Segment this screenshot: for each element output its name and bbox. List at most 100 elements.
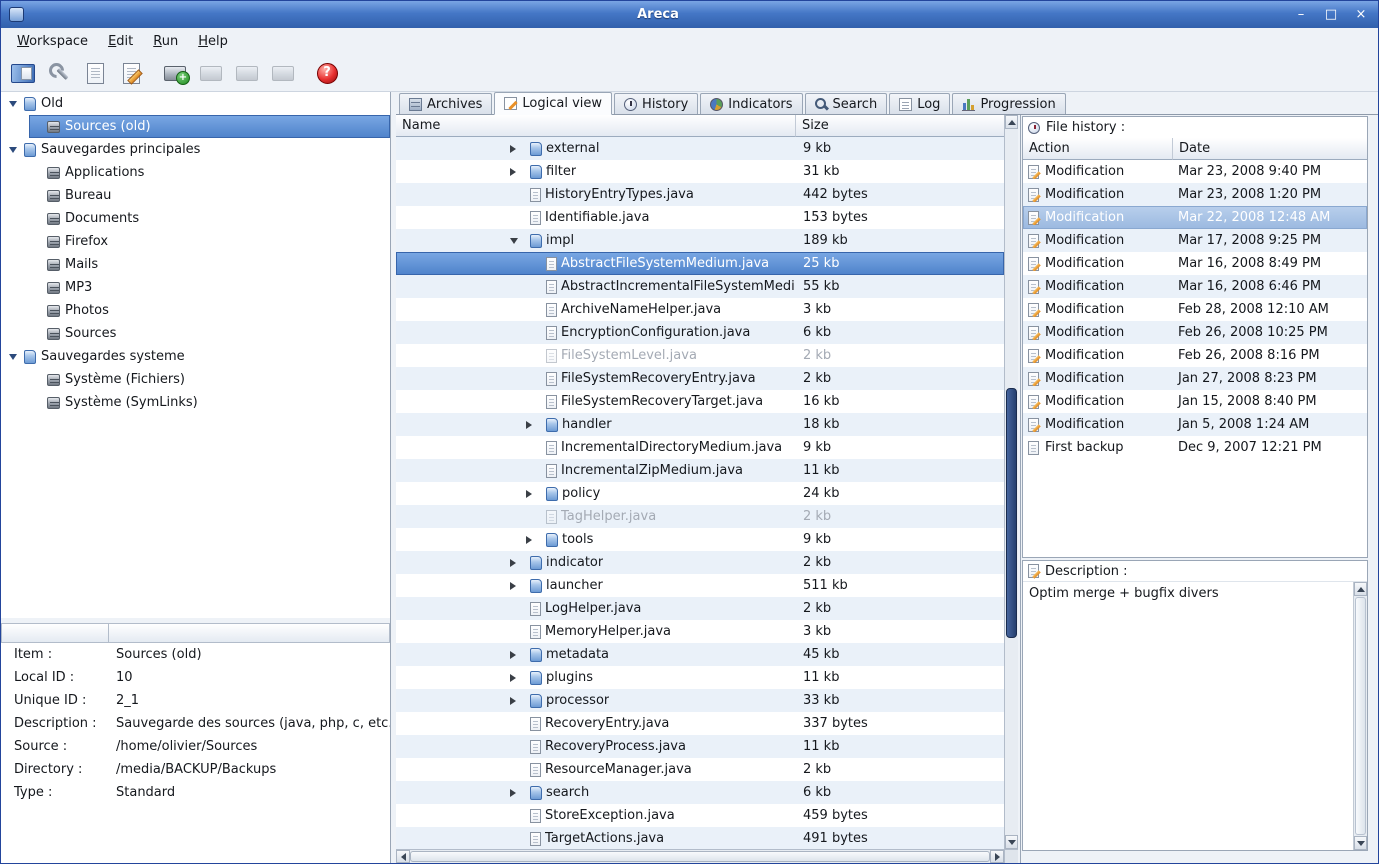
scroll-left-button[interactable]: [396, 850, 410, 863]
tree-item[interactable]: Système (Fichiers): [1, 368, 390, 391]
tree-item[interactable]: Sauvegardes principales: [1, 138, 390, 161]
tree-item[interactable]: Sources (old): [1, 115, 390, 138]
open-workspace-button[interactable]: [9, 58, 37, 88]
tree-item[interactable]: Firefox: [1, 230, 390, 253]
expand-arrow-icon[interactable]: [510, 582, 516, 590]
scroll-down-button[interactable]: [1005, 835, 1018, 849]
tree-item[interactable]: Applications: [1, 161, 390, 184]
expand-arrow-icon[interactable]: [526, 421, 532, 429]
file-row[interactable]: launcher511 kb: [396, 574, 1004, 597]
scroll-right-button[interactable]: [990, 850, 1004, 863]
file-row[interactable]: metadata45 kb: [396, 643, 1004, 666]
scrollbar-track[interactable]: [410, 850, 990, 863]
help-button[interactable]: [313, 58, 341, 88]
menu-workspace[interactable]: Workspace: [7, 30, 98, 53]
tree-item[interactable]: MP3: [1, 276, 390, 299]
file-row[interactable]: HistoryEntryTypes.java442 bytes: [396, 183, 1004, 206]
expand-arrow-icon[interactable]: [510, 145, 516, 153]
minimize-button[interactable]: –: [1292, 7, 1310, 22]
history-row[interactable]: ModificationJan 15, 2008 8:40 PM: [1023, 390, 1367, 413]
history-row[interactable]: ModificationMar 17, 2008 9:25 PM: [1023, 229, 1367, 252]
close-button[interactable]: ×: [1352, 7, 1370, 22]
file-row[interactable]: FileSystemRecoveryTarget.java16 kb: [396, 390, 1004, 413]
expand-arrow-icon[interactable]: [526, 536, 532, 544]
file-row[interactable]: filter31 kb: [396, 160, 1004, 183]
new-target-button[interactable]: [81, 58, 109, 88]
tree-item[interactable]: Photos: [1, 299, 390, 322]
file-row[interactable]: StoreException.java459 bytes: [396, 804, 1004, 827]
action-column-header[interactable]: Action: [1023, 138, 1173, 160]
file-row[interactable]: ArchiveNameHelper.java3 kb: [396, 298, 1004, 321]
file-table-hscrollbar[interactable]: [396, 849, 1004, 863]
file-row[interactable]: LogHelper.java2 kb: [396, 597, 1004, 620]
file-row[interactable]: MemoryHelper.java3 kb: [396, 620, 1004, 643]
expand-arrow-icon[interactable]: [9, 147, 17, 153]
tab-logical-view[interactable]: Logical view: [494, 92, 612, 115]
history-row[interactable]: ModificationJan 5, 2008 1:24 AM: [1023, 413, 1367, 436]
history-row[interactable]: ModificationMar 23, 2008 1:20 PM: [1023, 183, 1367, 206]
menu-help[interactable]: Help: [188, 30, 238, 53]
edit-target-button[interactable]: [117, 58, 145, 88]
tab-log[interactable]: Log: [889, 93, 950, 114]
expand-arrow-icon[interactable]: [510, 789, 516, 797]
expand-arrow-icon[interactable]: [510, 674, 516, 682]
file-row[interactable]: FileSystemRecoveryEntry.java2 kb: [396, 367, 1004, 390]
description-text[interactable]: Optim merge + bugfix divers: [1023, 582, 1353, 850]
file-row[interactable]: search6 kb: [396, 781, 1004, 804]
tree-item[interactable]: Old: [1, 92, 390, 115]
description-scrollbar[interactable]: [1353, 582, 1367, 850]
file-row[interactable]: TagHelper.java2 kb: [396, 505, 1004, 528]
file-row[interactable]: AbstractIncrementalFileSystemMedi55 kb: [396, 275, 1004, 298]
menu-run[interactable]: Run: [143, 30, 188, 53]
file-row[interactable]: RecoveryEntry.java337 bytes: [396, 712, 1004, 735]
file-row[interactable]: ResourceManager.java2 kb: [396, 758, 1004, 781]
file-row[interactable]: tools9 kb: [396, 528, 1004, 551]
scroll-up-button[interactable]: [1005, 115, 1018, 129]
expand-arrow-icon[interactable]: [526, 490, 532, 498]
scroll-down-button[interactable]: [1354, 836, 1367, 850]
history-row[interactable]: ModificationFeb 26, 2008 10:25 PM: [1023, 321, 1367, 344]
tree-item[interactable]: Sauvegardes systeme: [1, 345, 390, 368]
history-row[interactable]: ModificationFeb 26, 2008 8:16 PM: [1023, 344, 1367, 367]
scroll-up-button[interactable]: [1354, 582, 1367, 596]
scrollbar-thumb[interactable]: [410, 851, 990, 862]
history-row[interactable]: First backupDec 9, 2007 12:21 PM: [1023, 436, 1367, 459]
maximize-button[interactable]: □: [1322, 7, 1340, 22]
scrollbar-track[interactable]: [1005, 129, 1018, 835]
file-row[interactable]: processor33 kb: [396, 689, 1004, 712]
backup-button[interactable]: [161, 58, 189, 88]
file-table-vscrollbar[interactable]: [1004, 115, 1018, 849]
file-row[interactable]: policy24 kb: [396, 482, 1004, 505]
file-row[interactable]: plugins11 kb: [396, 666, 1004, 689]
history-row[interactable]: ModificationJan 27, 2008 8:23 PM: [1023, 367, 1367, 390]
tab-history[interactable]: History: [614, 93, 698, 114]
file-row[interactable]: external9 kb: [396, 137, 1004, 160]
scrollbar-thumb[interactable]: [1355, 597, 1366, 835]
expand-arrow-icon[interactable]: [510, 559, 516, 567]
file-row[interactable]: indicator2 kb: [396, 551, 1004, 574]
scrollbar-track[interactable]: [1354, 596, 1367, 836]
history-row[interactable]: ModificationMar 22, 2008 12:48 AM: [1023, 206, 1367, 229]
expand-arrow-icon[interactable]: [510, 238, 518, 244]
expand-arrow-icon[interactable]: [510, 168, 516, 176]
tree-item[interactable]: Système (SymLinks): [1, 391, 390, 414]
expand-arrow-icon[interactable]: [9, 101, 17, 107]
file-row[interactable]: EncryptionConfiguration.java6 kb: [396, 321, 1004, 344]
tab-progression[interactable]: Progression: [952, 93, 1065, 114]
name-column-header[interactable]: Name: [396, 115, 796, 137]
file-row[interactable]: TargetActions.java491 bytes: [396, 827, 1004, 849]
expand-arrow-icon[interactable]: [510, 697, 516, 705]
properties-header[interactable]: [1, 623, 390, 643]
date-column-header[interactable]: Date: [1173, 138, 1367, 160]
history-row[interactable]: ModificationFeb 28, 2008 12:10 AM: [1023, 298, 1367, 321]
file-row[interactable]: Identifiable.java153 bytes: [396, 206, 1004, 229]
tree-item[interactable]: Mails: [1, 253, 390, 276]
file-row[interactable]: handler18 kb: [396, 413, 1004, 436]
history-row[interactable]: ModificationMar 23, 2008 9:40 PM: [1023, 160, 1367, 183]
size-column-header[interactable]: Size: [796, 115, 1004, 137]
tree-item[interactable]: Sources: [1, 322, 390, 345]
menu-edit[interactable]: Edit: [98, 30, 143, 53]
tree-item[interactable]: Bureau: [1, 184, 390, 207]
file-row[interactable]: FileSystemLevel.java2 kb: [396, 344, 1004, 367]
history-row[interactable]: ModificationMar 16, 2008 8:49 PM: [1023, 252, 1367, 275]
